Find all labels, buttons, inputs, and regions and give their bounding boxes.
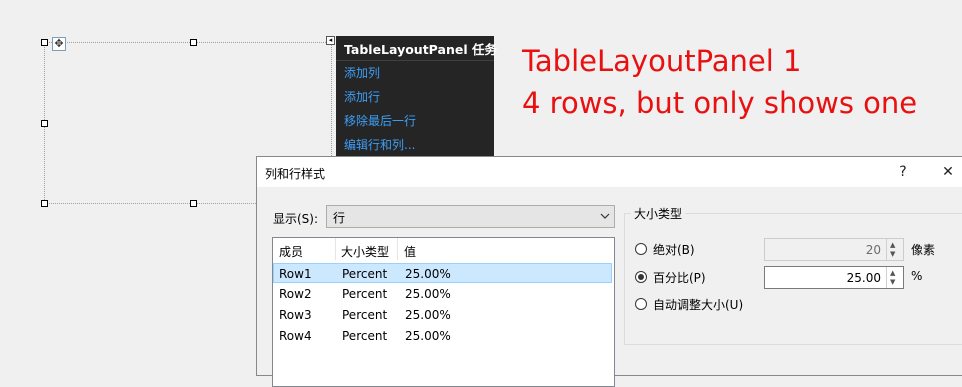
row-value: 25.00% <box>405 267 451 281</box>
resize-handle-bottom-left[interactable] <box>41 200 48 207</box>
spin-up-icon[interactable]: ▲ <box>890 270 895 277</box>
column-divider <box>335 238 336 260</box>
chevron-down-icon <box>600 208 610 227</box>
absolute-value: 20 <box>865 243 881 257</box>
resize-handle-top-left[interactable] <box>41 39 48 46</box>
resize-handle-top[interactable] <box>190 39 197 46</box>
percent-radio[interactable] <box>635 271 647 283</box>
dialog-titlebar: 列和行样式 ? ✕ <box>257 157 962 187</box>
column-header-size-type[interactable]: 大小类型 <box>341 243 389 260</box>
percent-value: 25.00 <box>846 271 881 285</box>
row-value: 25.00% <box>405 287 451 301</box>
row-member: Row2 <box>279 287 312 301</box>
add-row-link[interactable]: 添加行 <box>344 88 380 105</box>
spin-up-icon[interactable]: ▲ <box>890 242 895 249</box>
row-member: Row3 <box>279 308 312 322</box>
row-size-type: Percent <box>342 287 388 301</box>
row-size-type: Percent <box>342 267 388 281</box>
row-value: 25.00% <box>405 308 451 322</box>
row-member: Row1 <box>279 267 312 281</box>
dialog-title: 列和行样式 <box>265 167 326 181</box>
task-menu-divider <box>336 60 494 61</box>
absolute-spinner[interactable]: ▲ ▼ <box>886 239 903 260</box>
percent-spinner[interactable]: ▲ ▼ <box>886 267 903 288</box>
resize-handle-left[interactable] <box>41 120 48 127</box>
help-button[interactable]: ? <box>892 161 914 183</box>
smart-tag-arrow-icon[interactable]: ◂ <box>326 36 335 45</box>
show-label: 显示(S): <box>273 212 319 226</box>
row-size-type: Percent <box>342 308 388 322</box>
row-value: 25.00% <box>405 329 451 343</box>
members-list[interactable]: 成员 大小类型 值 Row1 Percent 25.00% Row2 Perce… <box>272 237 615 387</box>
absolute-label[interactable]: 绝对(B) <box>653 241 695 258</box>
task-menu: TableLayoutPanel 任务 添加列 添加行 移除最后一行 编辑行和列… <box>336 36 497 156</box>
list-item[interactable]: Row3 Percent 25.00% <box>273 305 612 325</box>
auto-size-label[interactable]: 自动调整大小(U) <box>653 296 743 313</box>
close-button[interactable]: ✕ <box>937 161 959 183</box>
resize-handle-bottom[interactable] <box>190 200 197 207</box>
spin-down-icon[interactable]: ▼ <box>890 279 895 286</box>
list-item[interactable]: Row1 Percent 25.00% <box>273 263 612 283</box>
list-item[interactable]: Row2 Percent 25.00% <box>273 284 612 304</box>
add-column-link[interactable]: 添加列 <box>344 64 380 81</box>
move-icon[interactable]: ✥ <box>52 37 66 51</box>
annotation-line-1: TableLayoutPanel 1 <box>522 44 802 78</box>
absolute-value-input[interactable]: 20 ▲ ▼ <box>764 238 904 261</box>
percent-unit: % <box>911 269 923 283</box>
percent-label[interactable]: 百分比(P) <box>653 269 706 286</box>
show-select[interactable]: 行 <box>326 205 615 228</box>
row-member: Row4 <box>279 329 312 343</box>
column-header-value[interactable]: 值 <box>404 243 416 260</box>
list-item[interactable]: Row4 Percent 25.00% <box>273 326 612 346</box>
column-header-member[interactable]: 成员 <box>279 243 303 260</box>
percent-value-input[interactable]: 25.00 ▲ ▼ <box>764 266 904 289</box>
absolute-radio[interactable] <box>635 243 647 255</box>
column-divider <box>397 238 398 260</box>
spin-down-icon[interactable]: ▼ <box>890 251 895 258</box>
edit-rows-columns-link[interactable]: 编辑行和列... <box>344 136 415 153</box>
auto-size-radio[interactable] <box>635 298 647 310</box>
annotation-line-2: 4 rows, but only shows one <box>522 86 918 120</box>
absolute-unit: 像素 <box>911 243 936 257</box>
row-size-type: Percent <box>342 329 388 343</box>
column-row-styles-dialog: 列和行样式 ? ✕ 显示(S): 行 成员 大小类型 值 Row1 Percen… <box>256 156 962 387</box>
task-menu-title: TableLayoutPanel 任务 <box>344 42 497 57</box>
size-type-legend: 大小类型 <box>631 205 686 222</box>
show-select-value: 行 <box>333 211 346 225</box>
remove-last-row-link[interactable]: 移除最后一行 <box>344 112 416 129</box>
